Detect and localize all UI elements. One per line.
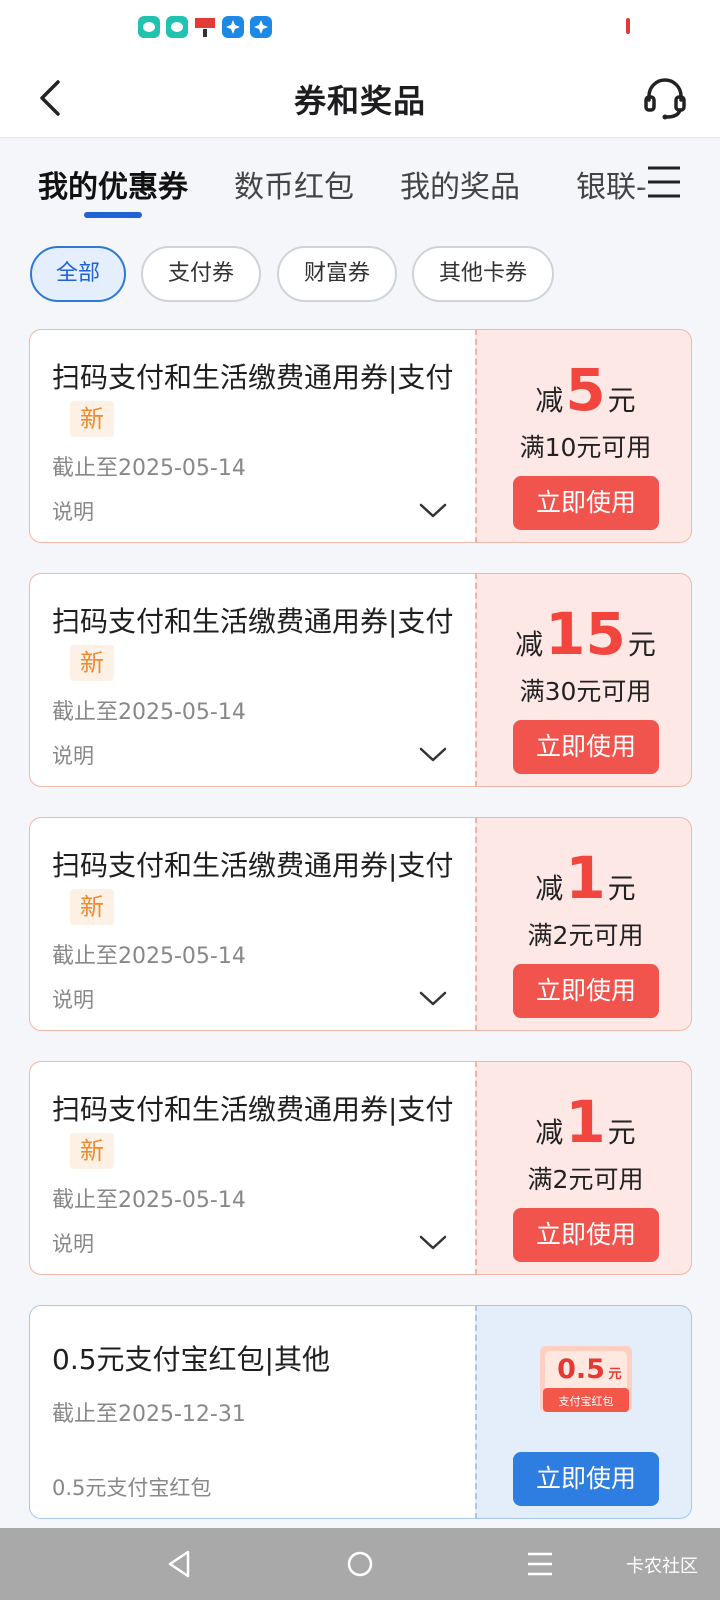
coupon-card-red-packet[interactable]: 0.5元支付宝红包|其他 截止至2025-12-31 0.5元支付宝红包 0.5… xyxy=(29,1305,692,1519)
menu-lines-icon xyxy=(528,1552,552,1576)
new-badge: 新 xyxy=(70,1133,114,1169)
tab-my-coupons[interactable]: 我的优惠券 xyxy=(38,162,188,206)
filter-chip-payment[interactable]: 支付券 xyxy=(141,246,261,302)
menu-lines-icon xyxy=(648,166,680,198)
headset-icon xyxy=(644,78,686,120)
coupon-info: 扫码支付和生活缴费通用券|支付新 截止至2025-05-14 说明 xyxy=(29,1061,475,1275)
coupon-info: 0.5元支付宝红包|其他 截止至2025-12-31 0.5元支付宝红包 xyxy=(29,1305,475,1519)
coupon-value-panel: 减1元 满2元可用 立即使用 xyxy=(475,817,692,1031)
coupon-info: 扫码支付和生活缴费通用券|支付新 截止至2025-05-14 说明 xyxy=(29,329,475,543)
coupon-condition: 满2元可用 xyxy=(527,1165,644,1194)
chat-icon xyxy=(166,16,188,38)
status-bar xyxy=(0,0,720,56)
filter-chip-wealth[interactable]: 财富券 xyxy=(277,246,397,302)
chevron-down-icon[interactable] xyxy=(418,742,448,766)
red-packet-amount: 0.5 xyxy=(557,1354,605,1385)
coupon-title: 扫码支付和生活缴费通用券|支付新 xyxy=(52,602,462,682)
nav-back-button[interactable] xyxy=(160,1546,200,1582)
use-now-button[interactable]: 立即使用 xyxy=(513,1452,659,1506)
coupon-value-panel: 减1元 满2元可用 立即使用 xyxy=(475,1061,692,1275)
puzzle-icon xyxy=(250,16,272,38)
tab-menu-button[interactable] xyxy=(640,158,688,206)
coupon-expiry: 截止至2025-05-14 xyxy=(52,1188,246,1213)
coupon-value-panel: 减5元 满10元可用 立即使用 xyxy=(475,329,692,543)
coupon-condition: 满10元可用 xyxy=(519,433,652,462)
customer-service-button[interactable] xyxy=(640,72,690,122)
new-badge: 新 xyxy=(70,401,114,437)
nav-recents-button[interactable] xyxy=(520,1546,560,1582)
home-circle-icon xyxy=(347,1551,373,1577)
coupon-info: 扫码支付和生活缴费通用券|支付新 截止至2025-05-14 说明 xyxy=(29,817,475,1031)
page-header: 券和奖品 xyxy=(0,56,720,138)
coupon-amount: 减1元 xyxy=(535,1088,636,1156)
coupon-condition: 满2元可用 xyxy=(527,921,644,950)
chevron-down-icon[interactable] xyxy=(418,1230,448,1254)
watermark: 卡农社区 xyxy=(626,1556,698,1577)
coupon-info: 扫码支付和生活缴费通用券|支付新 截止至2025-05-14 说明 xyxy=(29,573,475,787)
coupon-title: 扫码支付和生活缴费通用券|支付新 xyxy=(52,358,462,438)
tab-bar: 我的优惠券 数币红包 我的奖品 银联- xyxy=(0,138,720,230)
filter-chip-all[interactable]: 全部 xyxy=(30,246,126,302)
coupon-amount: 减1元 xyxy=(535,844,636,912)
coupon-amount-number: 1 xyxy=(565,844,606,912)
coupon-value-panel: 0.5 元 支付宝红包 立即使用 xyxy=(475,1305,692,1519)
coupon-title: 扫码支付和生活缴费通用券|支付新 xyxy=(52,1090,462,1170)
page-title: 券和奖品 xyxy=(293,82,426,120)
tab-active-indicator xyxy=(84,212,142,218)
chevron-down-icon[interactable] xyxy=(418,986,448,1010)
use-now-button[interactable]: 立即使用 xyxy=(513,476,659,530)
coupon-title: 0.5元支付宝红包|其他 xyxy=(52,1343,330,1376)
new-badge: 新 xyxy=(70,645,114,681)
back-triangle-icon xyxy=(168,1550,190,1578)
coupon-description-link[interactable]: 说明 xyxy=(52,984,94,1014)
coupon-card[interactable]: 扫码支付和生活缴费通用券|支付新 截止至2025-05-14 说明 减1元 满2… xyxy=(29,817,692,1031)
coupon-amount-number: 5 xyxy=(565,356,606,424)
coupon-title: 扫码支付和生活缴费通用券|支付新 xyxy=(52,846,462,926)
puzzle-icon xyxy=(222,16,244,38)
coupon-description-link[interactable]: 说明 xyxy=(52,740,94,770)
filter-chip-other-cards[interactable]: 其他卡券 xyxy=(412,246,554,302)
red-packet-image: 0.5 元 支付宝红包 xyxy=(537,1342,635,1416)
tab-unionpay[interactable]: 银联- xyxy=(576,162,647,206)
coupon-condition: 满30元可用 xyxy=(519,677,652,706)
coupon-card[interactable]: 扫码支付和生活缴费通用券|支付新 截止至2025-05-14 说明 减1元 满2… xyxy=(29,1061,692,1275)
use-now-button[interactable]: 立即使用 xyxy=(513,964,659,1018)
espn-icon xyxy=(194,16,216,38)
tab-my-prizes[interactable]: 我的奖品 xyxy=(400,162,520,206)
coupon-card[interactable]: 扫码支付和生活缴费通用券|支付新 截止至2025-05-14 说明 减15元 满… xyxy=(29,573,692,787)
coupon-amount: 减15元 xyxy=(515,600,656,668)
system-nav-bar: 卡农社区 xyxy=(0,1528,720,1600)
coupon-expiry: 截止至2025-05-14 xyxy=(52,700,246,725)
use-now-button[interactable]: 立即使用 xyxy=(513,1208,659,1262)
red-packet-label: 支付宝红包 xyxy=(559,1394,614,1408)
coupon-description: 0.5元支付宝红包 xyxy=(52,1476,212,1500)
coupon-description-link[interactable]: 说明 xyxy=(52,1228,94,1258)
new-badge: 新 xyxy=(70,889,114,925)
red-packet-unit: 元 xyxy=(608,1367,621,1382)
use-now-button[interactable]: 立即使用 xyxy=(513,720,659,774)
coupon-amount-number: 1 xyxy=(565,1088,606,1156)
coupon-expiry: 截止至2025-05-14 xyxy=(52,944,246,969)
nav-home-button[interactable] xyxy=(340,1546,380,1582)
tab-digital-red-packet[interactable]: 数币红包 xyxy=(234,162,354,206)
coupon-expiry: 截止至2025-12-31 xyxy=(52,1402,246,1427)
coupon-description-link[interactable]: 说明 xyxy=(52,496,94,526)
coupon-expiry: 截止至2025-05-14 xyxy=(52,456,246,481)
coupon-card[interactable]: 扫码支付和生活缴费通用券|支付新 截止至2025-05-14 说明 减5元 满1… xyxy=(29,329,692,543)
chevron-down-icon[interactable] xyxy=(418,498,448,522)
coupon-amount: 减5元 xyxy=(535,356,636,424)
battery-low-indicator xyxy=(626,18,630,34)
coupon-value-panel: 减15元 满30元可用 立即使用 xyxy=(475,573,692,787)
chat-icon xyxy=(138,16,160,38)
coupon-amount-number: 15 xyxy=(545,600,626,668)
